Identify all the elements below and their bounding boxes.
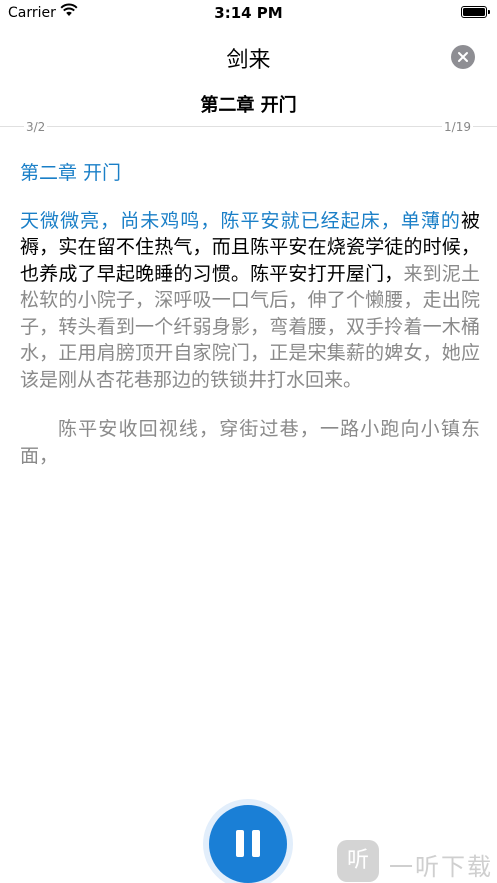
book-title: 剑来 xyxy=(226,48,271,73)
close-button[interactable] xyxy=(451,45,475,69)
clock: 3:14 PM xyxy=(214,4,283,22)
page-indicator-left: 3/2 xyxy=(24,120,48,134)
progress-divider xyxy=(0,126,497,127)
watermark-text: 一听下载 xyxy=(389,853,493,881)
watermark-logo: 听 xyxy=(337,840,379,882)
reader-content: 第二章 开门 天微微亮，尚未鸡鸣，陈平安就已经起床，单薄的被褥，实在留不住热气，… xyxy=(20,160,480,469)
battery-icon xyxy=(461,6,490,18)
paragraph: 陈平安收回视线，穿街过巷，一路小跑向小镇东面， xyxy=(20,418,480,467)
chapter-title: 第二章 开门 xyxy=(20,162,122,184)
highlighted-sentence: 天微微亮，尚未鸡鸣，陈平安就已经起床，单薄的 xyxy=(20,209,461,232)
pause-button[interactable] xyxy=(209,805,287,883)
status-bar: Carrier 3:14 PM xyxy=(0,0,497,26)
close-icon xyxy=(458,52,468,62)
page-indicator-right: 1/19 xyxy=(442,120,473,134)
chapter-header: 第二章 开门 xyxy=(200,95,297,116)
watermark: 听 一听下载 xyxy=(337,840,497,883)
paragraph: 天微微亮，尚未鸡鸣，陈平安就已经起床，单薄的被褥，实在留不住热气，而且陈平安在烧… xyxy=(20,208,480,394)
